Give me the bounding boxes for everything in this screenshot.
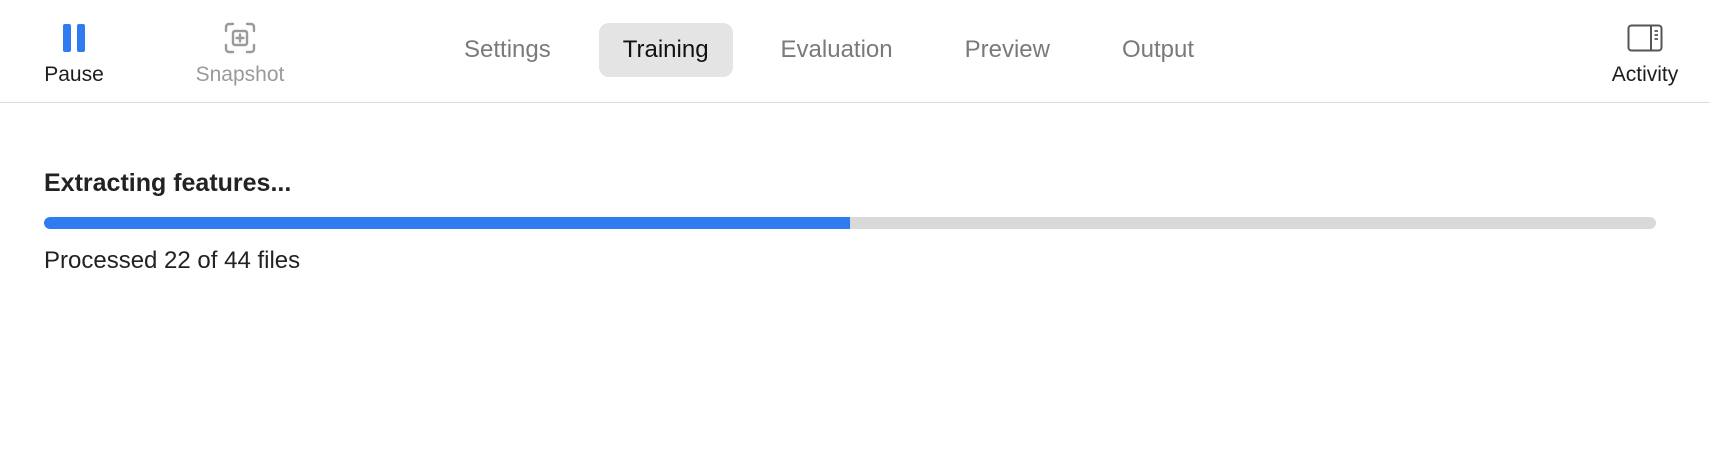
snapshot-button[interactable]: Snapshot (190, 18, 290, 87)
tab-preview[interactable]: Preview (941, 23, 1074, 77)
tab-training[interactable]: Training (598, 23, 733, 77)
progress-caption: Processed 22 of 44 files (44, 247, 301, 274)
pause-icon (54, 18, 94, 58)
activity-button[interactable]: Activity (1600, 18, 1690, 87)
tab-evaluation[interactable]: Evaluation (757, 23, 917, 77)
tab-output[interactable]: Output (1098, 23, 1218, 77)
tab-bar: Settings Training Evaluation Preview Out… (440, 23, 1242, 77)
sidebar-panel-icon (1625, 18, 1665, 58)
tab-settings[interactable]: Settings (440, 23, 575, 77)
pause-label: Pause (44, 63, 104, 86)
status-title: Extracting features... (44, 169, 292, 197)
progress-fill (44, 217, 850, 229)
pause-button[interactable]: Pause (44, 18, 104, 87)
snapshot-label: Snapshot (195, 63, 285, 86)
activity-label: Activity (1611, 63, 1679, 86)
toolbar: Pause Snapshot Settings Training Evaluat… (0, 0, 1710, 103)
snapshot-icon (220, 18, 260, 58)
progress-bar (44, 217, 1656, 229)
